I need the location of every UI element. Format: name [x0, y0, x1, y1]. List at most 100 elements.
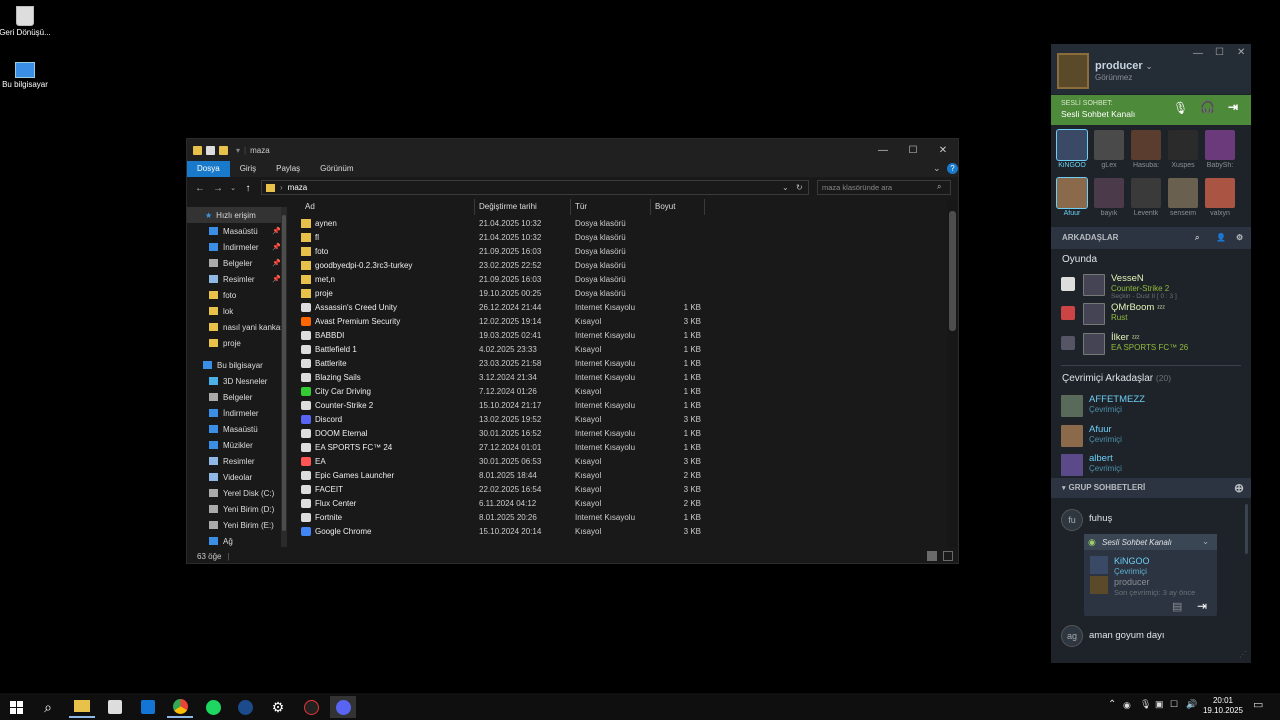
tab-file[interactable]: Dosya: [187, 161, 230, 177]
file-row[interactable]: met,n 21.09.2025 16:03 Dosya klasörü: [291, 273, 947, 287]
tab-view[interactable]: Görünüm: [310, 161, 363, 177]
leave-voice-icon[interactable]: ⇥: [1228, 100, 1238, 114]
forward-icon[interactable]: →: [211, 183, 225, 194]
group-chat-item[interactable]: fu fuhuş: [1061, 507, 1246, 535]
large-icons-view-icon[interactable]: [943, 551, 953, 561]
nav-item[interactable]: lok: [187, 303, 283, 319]
taskbar-faceit[interactable]: [298, 696, 324, 718]
desktop-icon-this-pc[interactable]: Bu bilgisayar: [0, 62, 55, 90]
group-scrollbar[interactable]: [1245, 504, 1248, 554]
search-icon[interactable]: ⌕: [35, 696, 61, 718]
voice-chat-bar[interactable]: SESLİ SOHBET: Sesli Sohbet Kanalı 🎙 🎧 ⇥: [1051, 95, 1251, 125]
file-row[interactable]: Fortnite 8.01.2025 20:26 Internet Kısayolu…: [291, 511, 947, 525]
new-folder-icon[interactable]: [219, 145, 228, 155]
taskbar-discord[interactable]: [330, 696, 356, 718]
favorite-avatar[interactable]: [1056, 177, 1088, 209]
nav-this-pc[interactable]: Bu bilgisayar: [187, 357, 283, 373]
favorite-avatar[interactable]: [1094, 178, 1124, 208]
back-icon[interactable]: ←: [193, 183, 207, 194]
tray-volume-icon[interactable]: 🔊: [1186, 699, 1197, 710]
file-row[interactable]: foto 21.09.2025 16:03 Dosya klasörü: [291, 245, 947, 259]
favorite-avatar[interactable]: [1131, 130, 1161, 160]
refresh-icon[interactable]: ↻: [796, 183, 803, 192]
favorite-avatar[interactable]: [1131, 178, 1161, 208]
nav-item[interactable]: Resimler 📌: [187, 271, 283, 287]
file-row[interactable]: DOOM Eternal 30.01.2025 16:52 Internet Kıs…: [291, 427, 947, 441]
column-type[interactable]: Tür: [571, 199, 651, 215]
scrollbar-thumb[interactable]: [949, 211, 956, 331]
tray-network-icon[interactable]: ☐: [1170, 699, 1178, 710]
properties-icon[interactable]: [206, 145, 215, 155]
file-row[interactable]: EA SPORTS FC™ 24 27.12.2024 01:01 Internet…: [291, 441, 947, 455]
friend-ingame[interactable]: ϘMrBoom ᶻᶻᶻ Rust: [1083, 301, 1251, 329]
ribbon-expand-icon[interactable]: ⌄: [933, 163, 941, 174]
minimize-button[interactable]: —: [867, 139, 899, 161]
file-row[interactable]: City Car Driving 7.12.2024 01:26 Kısayol 1 …: [291, 385, 947, 399]
friend-online[interactable]: Afuur Çevrimiçi: [1061, 423, 1246, 451]
close-button[interactable]: ✕: [1237, 47, 1245, 58]
taskbar-store[interactable]: [102, 696, 128, 718]
nav-scrollbar[interactable]: [281, 207, 287, 547]
close-button[interactable]: ✕: [927, 139, 959, 161]
column-date[interactable]: Değiştirme tarihi: [475, 199, 571, 215]
recent-dropdown-icon[interactable]: ⌄: [229, 184, 237, 192]
nav-item[interactable]: Masaüstü: [187, 421, 283, 437]
maximize-button[interactable]: ☐: [1215, 47, 1224, 58]
file-row[interactable]: BABBDI 19.03.2025 02:41 Internet Kısayolu 1…: [291, 329, 947, 343]
nav-item[interactable]: Yeni Birim (E:): [187, 517, 283, 533]
file-row[interactable]: goodbyedpi-0.2.3rc3-turkey 23.02.2025 22:…: [291, 259, 947, 273]
favorite-avatar[interactable]: [1168, 178, 1198, 208]
nav-item[interactable]: Belgeler: [187, 389, 283, 405]
file-row[interactable]: proje 19.10.2025 00:25 Dosya klasörü: [291, 287, 947, 301]
favorite-avatar[interactable]: [1168, 130, 1198, 160]
username[interactable]: producer ⌄: [1095, 60, 1152, 72]
details-view-icon[interactable]: [927, 551, 937, 561]
file-row[interactable]: Google Chrome 15.10.2024 20:14 Kısayol 3 KB: [291, 525, 947, 539]
nav-item[interactable]: Müzikler: [187, 437, 283, 453]
maximize-button[interactable]: ☐: [897, 139, 929, 161]
nav-item[interactable]: Videolar: [187, 469, 283, 485]
tray-microphone-icon[interactable]: 🎙: [1140, 699, 1151, 710]
taskbar-settings[interactable]: ⚙: [265, 696, 291, 718]
up-icon[interactable]: ↑: [241, 183, 255, 194]
tray-chevron-icon[interactable]: ⌃: [1108, 699, 1116, 710]
address-dropdown-icon[interactable]: ⌄: [782, 183, 789, 192]
member-name[interactable]: producer: [1114, 577, 1150, 587]
clock[interactable]: 20:01 19.10.2025: [1200, 696, 1246, 716]
start-button[interactable]: [3, 696, 29, 718]
friend-ingame[interactable]: VesseN Counter-Strike 2 Seçkin - Dust II […: [1083, 272, 1251, 300]
join-channel-icon[interactable]: ⇥: [1197, 599, 1207, 613]
friend-online[interactable]: albert Çevrimiçi: [1061, 452, 1246, 480]
add-group-icon[interactable]: ⊕: [1234, 478, 1244, 498]
tray-app-icon[interactable]: ▣: [1155, 699, 1164, 710]
minimize-button[interactable]: —: [1193, 48, 1203, 59]
tray-discord-icon[interactable]: ◉: [1123, 700, 1131, 711]
taskbar-steam[interactable]: [232, 696, 258, 718]
favorite-avatar[interactable]: [1094, 130, 1124, 160]
nav-item[interactable]: Yeni Birim (D:): [187, 501, 283, 517]
nav-item[interactable]: Masaüstü 📌: [187, 223, 283, 239]
member-name[interactable]: KiNGOO: [1114, 556, 1150, 566]
taskbar-file-explorer[interactable]: [69, 696, 95, 718]
tab-home[interactable]: Giriş: [230, 161, 266, 177]
nav-item[interactable]: 3D Nesneler: [187, 373, 283, 389]
friend-ingame[interactable]: İlker ᶻᶻᶻ EA SPORTS FC™ 26: [1083, 331, 1251, 359]
file-row[interactable]: Battlefield 1 4.02.2025 23:33 Kısayol 1 KB: [291, 343, 947, 357]
nav-item[interactable]: nasıl yani kankas: [187, 319, 283, 335]
file-row[interactable]: FACEIT 22.02.2025 16:54 Kısayol 3 KB: [291, 483, 947, 497]
microphone-icon[interactable]: 🎙: [1173, 101, 1188, 115]
nav-item[interactable]: proje: [187, 335, 283, 351]
desktop-icon-recycle-bin[interactable]: Geri Dönüşü...: [0, 6, 55, 38]
file-row[interactable]: Flux Center 6.11.2024 04:12 Kısayol 2 KB: [291, 497, 947, 511]
user-avatar[interactable]: [1057, 53, 1089, 89]
breadcrumb-current[interactable]: maza: [288, 183, 308, 192]
notifications-icon[interactable]: ▭: [1253, 698, 1263, 711]
group-chat-item[interactable]: ag aman goyum dayı: [1061, 623, 1246, 651]
tab-share[interactable]: Paylaş: [266, 161, 310, 177]
nav-item[interactable]: Belgeler 📌: [187, 255, 283, 271]
address-bar[interactable]: › maza ⌄ ↻: [261, 180, 809, 195]
add-friend-icon[interactable]: 👤: [1216, 227, 1226, 249]
file-row[interactable]: Assassin's Creed Unity 26.12.2024 21:44 In…: [291, 301, 947, 315]
file-row[interactable]: fl 21.04.2025 10:32 Dosya klasörü: [291, 231, 947, 245]
friend-online[interactable]: AFFETMEZZ Çevrimiçi: [1061, 393, 1246, 421]
